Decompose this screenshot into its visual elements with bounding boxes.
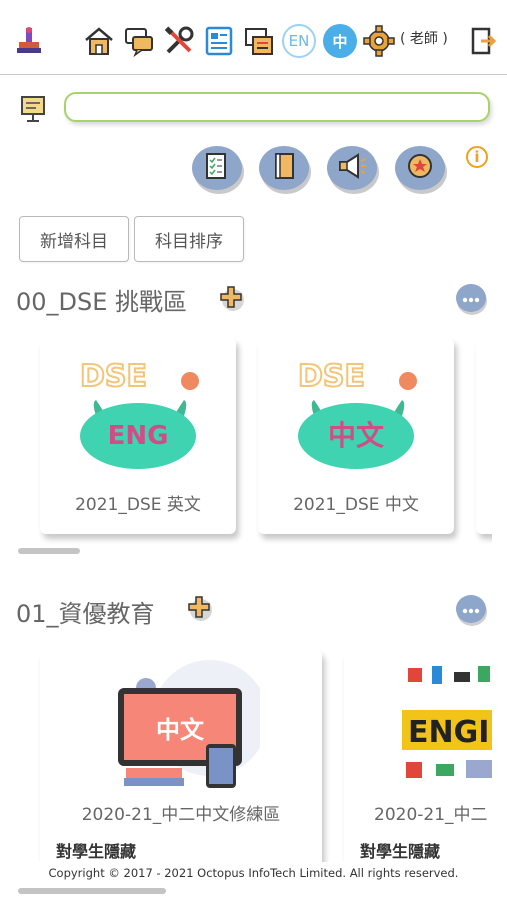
add-subject-button[interactable]: 新增科目 bbox=[19, 216, 129, 262]
app-logo-icon[interactable] bbox=[12, 24, 46, 58]
more-options-button[interactable] bbox=[456, 595, 486, 623]
tools-icon[interactable] bbox=[162, 24, 196, 58]
search-row bbox=[0, 88, 507, 128]
info-icon[interactable]: i bbox=[466, 146, 488, 168]
carousel-scrollbar[interactable] bbox=[18, 548, 80, 554]
home-icon[interactable] bbox=[82, 24, 116, 58]
hidden-from-students-status: 對學生隱藏 bbox=[360, 842, 441, 861]
course-card[interactable]: ENGI 2020-21_中二 bbox=[344, 650, 492, 862]
lang-en-button[interactable]: EN bbox=[282, 24, 316, 58]
more-dots-icon bbox=[462, 289, 480, 308]
hidden-from-students-status: 對學生隱藏 bbox=[56, 842, 137, 861]
logo-top-text: DSE bbox=[80, 359, 147, 394]
course-card[interactable]: DSE 中文 2021_DSE 中文 bbox=[258, 338, 454, 534]
english-collage-icon: ENGI bbox=[402, 662, 492, 788]
message-board-icon[interactable] bbox=[242, 24, 276, 58]
book-button[interactable] bbox=[259, 146, 309, 190]
report-icon bbox=[202, 151, 232, 185]
more-dots-icon bbox=[462, 600, 480, 619]
add-course-plus-icon[interactable] bbox=[218, 284, 244, 311]
section-title: 00_DSE 挑戰區 bbox=[16, 288, 188, 316]
dse-chi-logo-icon: DSE 中文 bbox=[258, 338, 454, 478]
megaphone-icon bbox=[336, 151, 368, 185]
course-carousel[interactable]: 中文 2020-21_中二中文修練區 對學生隱藏 ENGI 2020-21_中二… bbox=[0, 650, 492, 862]
logo-main-text: ENGI bbox=[408, 715, 489, 750]
chat-icon[interactable] bbox=[122, 24, 156, 58]
logo-main-text: 中文 bbox=[156, 716, 205, 744]
add-course-plus-icon[interactable] bbox=[186, 594, 212, 621]
top-bar: EN 中 ( 老師 ) bbox=[0, 0, 507, 75]
lang-zh-button[interactable]: 中 bbox=[323, 24, 357, 58]
sort-subject-button[interactable]: 科目排序 bbox=[134, 216, 244, 262]
logo-main-text: ENG bbox=[108, 421, 169, 451]
logo-top-text: DSE bbox=[298, 359, 365, 394]
announcement-button[interactable] bbox=[327, 146, 377, 190]
presentation-board-icon bbox=[18, 94, 48, 128]
course-card-partial[interactable] bbox=[476, 338, 492, 534]
logo-main-text: 中文 bbox=[328, 419, 384, 452]
report-button[interactable] bbox=[192, 146, 242, 190]
book-icon bbox=[269, 151, 299, 185]
course-card[interactable]: 中文 2020-21_中二中文修練區 bbox=[40, 650, 322, 862]
copyright-footer: Copyright © 2017 - 2021 Octopus InfoTech… bbox=[48, 866, 459, 880]
dse-eng-logo-icon: DSE ENG bbox=[40, 338, 236, 478]
logout-icon[interactable] bbox=[466, 24, 500, 58]
more-options-button[interactable] bbox=[456, 284, 486, 312]
course-title: 2020-21_中二中文修練區 bbox=[81, 805, 281, 825]
course-title: 2021_DSE 中文 bbox=[293, 495, 419, 515]
carousel-scrollbar[interactable] bbox=[18, 888, 166, 894]
computer-chinese-icon: 中文 bbox=[110, 658, 268, 790]
star-badge-icon bbox=[405, 151, 435, 185]
course-card[interactable]: DSE ENG 2021_DSE 英文 bbox=[40, 338, 236, 534]
search-input[interactable] bbox=[64, 92, 490, 122]
course-carousel[interactable]: DSE ENG 2021_DSE 英文 DSE 中文 2021_DSE 中文 bbox=[0, 334, 492, 554]
notes-icon[interactable] bbox=[202, 24, 236, 58]
gear-icon[interactable] bbox=[362, 24, 396, 58]
course-title: 2021_DSE 英文 bbox=[75, 495, 201, 515]
award-button[interactable] bbox=[395, 146, 445, 190]
course-title: 2020-21_中二 bbox=[374, 805, 488, 825]
section-title: 01_資優教育 bbox=[16, 600, 155, 628]
user-role-label: ( 老師 ) bbox=[400, 31, 448, 47]
